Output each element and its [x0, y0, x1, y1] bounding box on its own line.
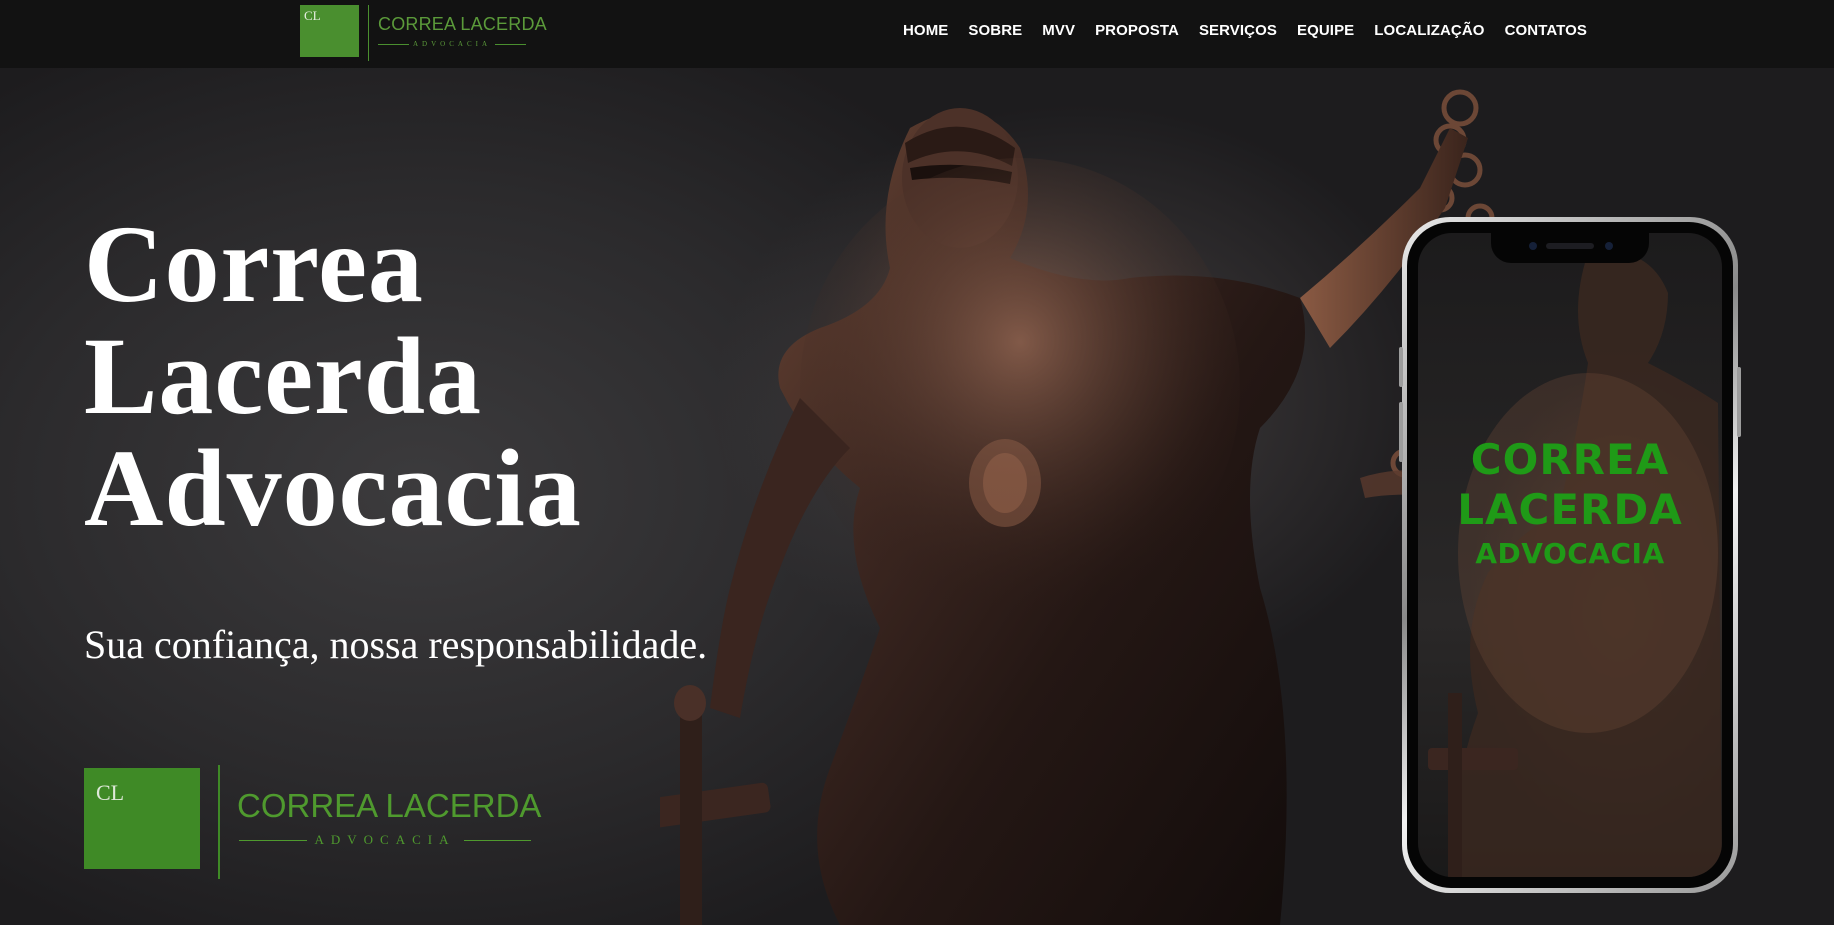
- hero-logo-rule-right: [463, 839, 531, 841]
- hero-logo-mark: CL: [84, 768, 200, 869]
- logo-initials: CL: [304, 8, 321, 23]
- hero-logo-divider: [218, 765, 220, 879]
- hero-title-line-1: Correa: [84, 203, 424, 325]
- nav-item-servicos[interactable]: SERVIÇOS: [1199, 22, 1277, 39]
- nav-item-mvv[interactable]: MVV: [1042, 22, 1075, 39]
- nav-item-proposta[interactable]: PROPOSTA: [1095, 22, 1179, 39]
- phone-volume-button-2: [1399, 402, 1403, 462]
- logo-name: CORREA LACERDA: [378, 14, 547, 34]
- phone-power-button: [1737, 367, 1741, 437]
- nav-menu: HOME SOBRE MVV PROPOSTA SERVIÇOS EQUIPE …: [903, 22, 1607, 39]
- phone-notch: [1491, 233, 1649, 263]
- logo-rule-right: [495, 43, 526, 45]
- nav-item-localizacao[interactable]: LOCALIZAÇÃO: [1374, 22, 1484, 39]
- phone-bezel: CORREA LACERDA ADVOCACIA: [1407, 222, 1733, 888]
- navbar: CL CORREA LACERDA ADVOCACIA HOME SOBRE M…: [0, 0, 1834, 68]
- hero-logo: CL CORREA LACERDA ADVOCACIA: [84, 765, 544, 880]
- hero-logo-subtitle-row: ADVOCACIA: [239, 832, 531, 848]
- hero-logo-rule-left: [239, 839, 307, 841]
- logo-mark: CL: [300, 5, 359, 57]
- hero-tagline: Sua confiança, nossa responsabilidade.: [84, 622, 708, 667]
- hero-section: Correa Lacerda Advocacia Sua confiança, …: [0, 68, 1834, 925]
- phone-speaker: [1546, 243, 1594, 249]
- logo-rule-left: [378, 43, 409, 45]
- hero-logo-initials: CL: [96, 780, 125, 805]
- sensor-icon: [1605, 242, 1613, 250]
- logo-subtitle: ADVOCACIA: [413, 40, 491, 48]
- phone-brand-line-1: CORREA: [1470, 435, 1670, 484]
- hero-title-line-3: Advocacia: [84, 427, 582, 549]
- phone-brand-line-3: ADVOCACIA: [1475, 537, 1665, 570]
- nav-item-home[interactable]: HOME: [903, 22, 948, 39]
- phone-mockup: CORREA LACERDA ADVOCACIA: [1399, 217, 1741, 893]
- logo-divider: [368, 5, 369, 61]
- hero-logo-name: CORREA LACERDA: [237, 787, 542, 824]
- hero-title-line-2: Lacerda: [84, 315, 483, 437]
- logo-subtitle-row: ADVOCACIA: [378, 38, 526, 50]
- phone-volume-button: [1399, 347, 1403, 387]
- phone-brand-line-2: LACERDA: [1457, 485, 1683, 534]
- hero-title: Correa Lacerda Advocacia: [84, 208, 582, 544]
- phone-screen: CORREA LACERDA ADVOCACIA: [1418, 233, 1722, 877]
- nav-item-equipe[interactable]: EQUIPE: [1297, 22, 1354, 39]
- nav-logo[interactable]: CL CORREA LACERDA ADVOCACIA: [300, 5, 547, 61]
- nav-item-sobre[interactable]: SOBRE: [968, 22, 1022, 39]
- front-camera-icon: [1529, 242, 1537, 250]
- nav-item-contatos[interactable]: CONTATOS: [1505, 22, 1587, 39]
- hero-logo-subtitle: ADVOCACIA: [314, 832, 456, 847]
